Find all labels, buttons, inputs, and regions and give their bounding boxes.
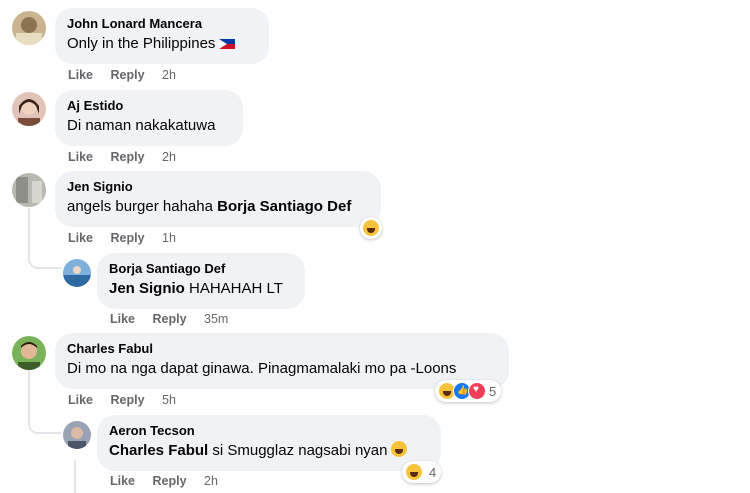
avatar[interactable] <box>63 421 91 449</box>
love-reaction-icon <box>468 382 486 400</box>
avatar[interactable] <box>12 336 46 370</box>
reaction-summary[interactable]: 4 <box>402 461 442 483</box>
timestamp[interactable]: 2h <box>204 474 218 488</box>
comment-text: Di naman nakakatuwa <box>67 117 216 134</box>
reply-button[interactable]: Reply <box>111 393 145 407</box>
like-button[interactable]: Like <box>68 231 93 245</box>
like-button[interactable]: Like <box>110 474 135 488</box>
comment-text-body: Only in the Philippines <box>67 35 216 52</box>
avatar[interactable] <box>12 11 46 45</box>
reply-button[interactable]: Reply <box>111 150 145 164</box>
philippines-flag-icon <box>219 39 236 50</box>
reply-button[interactable]: Reply <box>111 68 145 82</box>
comment-author[interactable]: Aj Estido <box>67 98 231 114</box>
comment-text: Charles Fabul si Smugglaz nagsabi nyan <box>109 441 429 461</box>
reaction-summary[interactable] <box>360 217 382 239</box>
comment-actions: Like Reply 2h <box>68 150 190 164</box>
haha-reaction-icon <box>362 219 380 237</box>
avatar[interactable] <box>12 173 46 207</box>
comment-text: Only in the Philippines <box>67 34 257 54</box>
comment-text: Jen Signio HAHAHAH LT <box>109 279 293 299</box>
comment-bubble: John Lonard Mancera Only in the Philippi… <box>55 8 269 64</box>
timestamp[interactable]: 2h <box>162 150 176 164</box>
reply-button[interactable]: Reply <box>153 312 187 326</box>
timestamp[interactable]: 1h <box>162 231 176 245</box>
avatar[interactable] <box>63 259 91 287</box>
comment-text: angels burger hahaha Borja Santiago Def <box>67 197 369 217</box>
comment-text-body: HAHAHAH LT <box>184 280 283 297</box>
comment-actions: Like Reply 5h <box>68 393 190 407</box>
comment-author[interactable]: Aeron Tecson <box>109 423 429 439</box>
comment-bubble: Aj Estido Di naman nakakatuwa <box>55 90 243 146</box>
reply-button[interactable]: Reply <box>111 231 145 245</box>
thread-line <box>74 460 76 493</box>
reaction-count: 5 <box>489 383 497 399</box>
avatar[interactable] <box>12 92 46 126</box>
timestamp[interactable]: 2h <box>162 68 176 82</box>
comment-actions: Like Reply 2h <box>68 68 190 82</box>
reply-bubble: Borja Santiago Def Jen Signio HAHAHAH LT <box>97 253 305 309</box>
comment-bubble: Jen Signio angels burger hahaha Borja Sa… <box>55 171 381 227</box>
comment-actions: Like Reply 2h <box>110 474 232 488</box>
haha-reaction-icon <box>405 463 423 481</box>
mention-link[interactable]: Borja Santiago Def <box>217 198 351 215</box>
comment-actions: Like Reply 1h <box>68 231 190 245</box>
mention-link[interactable]: Jen Signio <box>109 280 185 297</box>
reply-button[interactable]: Reply <box>153 474 187 488</box>
like-button[interactable]: Like <box>68 68 93 82</box>
mention-link[interactable]: Charles Fabul <box>109 442 208 459</box>
like-button[interactable]: Like <box>68 150 93 164</box>
comment-author[interactable]: Jen Signio <box>67 179 369 195</box>
thread-connector <box>28 245 62 269</box>
reaction-summary[interactable]: 5 <box>435 380 502 402</box>
reply-bubble: Aeron Tecson Charles Fabul si Smugglaz n… <box>97 415 441 471</box>
comment-text-body: si Smugglaz nagsabi nyan <box>208 442 388 459</box>
comment-text: Di mo na nga dapat ginawa. Pinagmamalaki… <box>67 360 457 377</box>
comment-text-body: angels burger hahaha <box>67 198 218 215</box>
like-button[interactable]: Like <box>68 393 93 407</box>
timestamp[interactable]: 5h <box>162 393 176 407</box>
reaction-count: 4 <box>429 464 437 480</box>
laughing-emoji-icon <box>391 441 408 457</box>
comment-author[interactable]: Borja Santiago Def <box>109 261 293 277</box>
comment-author[interactable]: John Lonard Mancera <box>67 16 257 32</box>
comment-author[interactable]: Charles Fabul <box>67 341 497 357</box>
like-button[interactable]: Like <box>110 312 135 326</box>
comment-actions: Like Reply 35m <box>110 312 242 326</box>
timestamp[interactable]: 35m <box>204 312 228 326</box>
thread-connector <box>28 410 62 434</box>
